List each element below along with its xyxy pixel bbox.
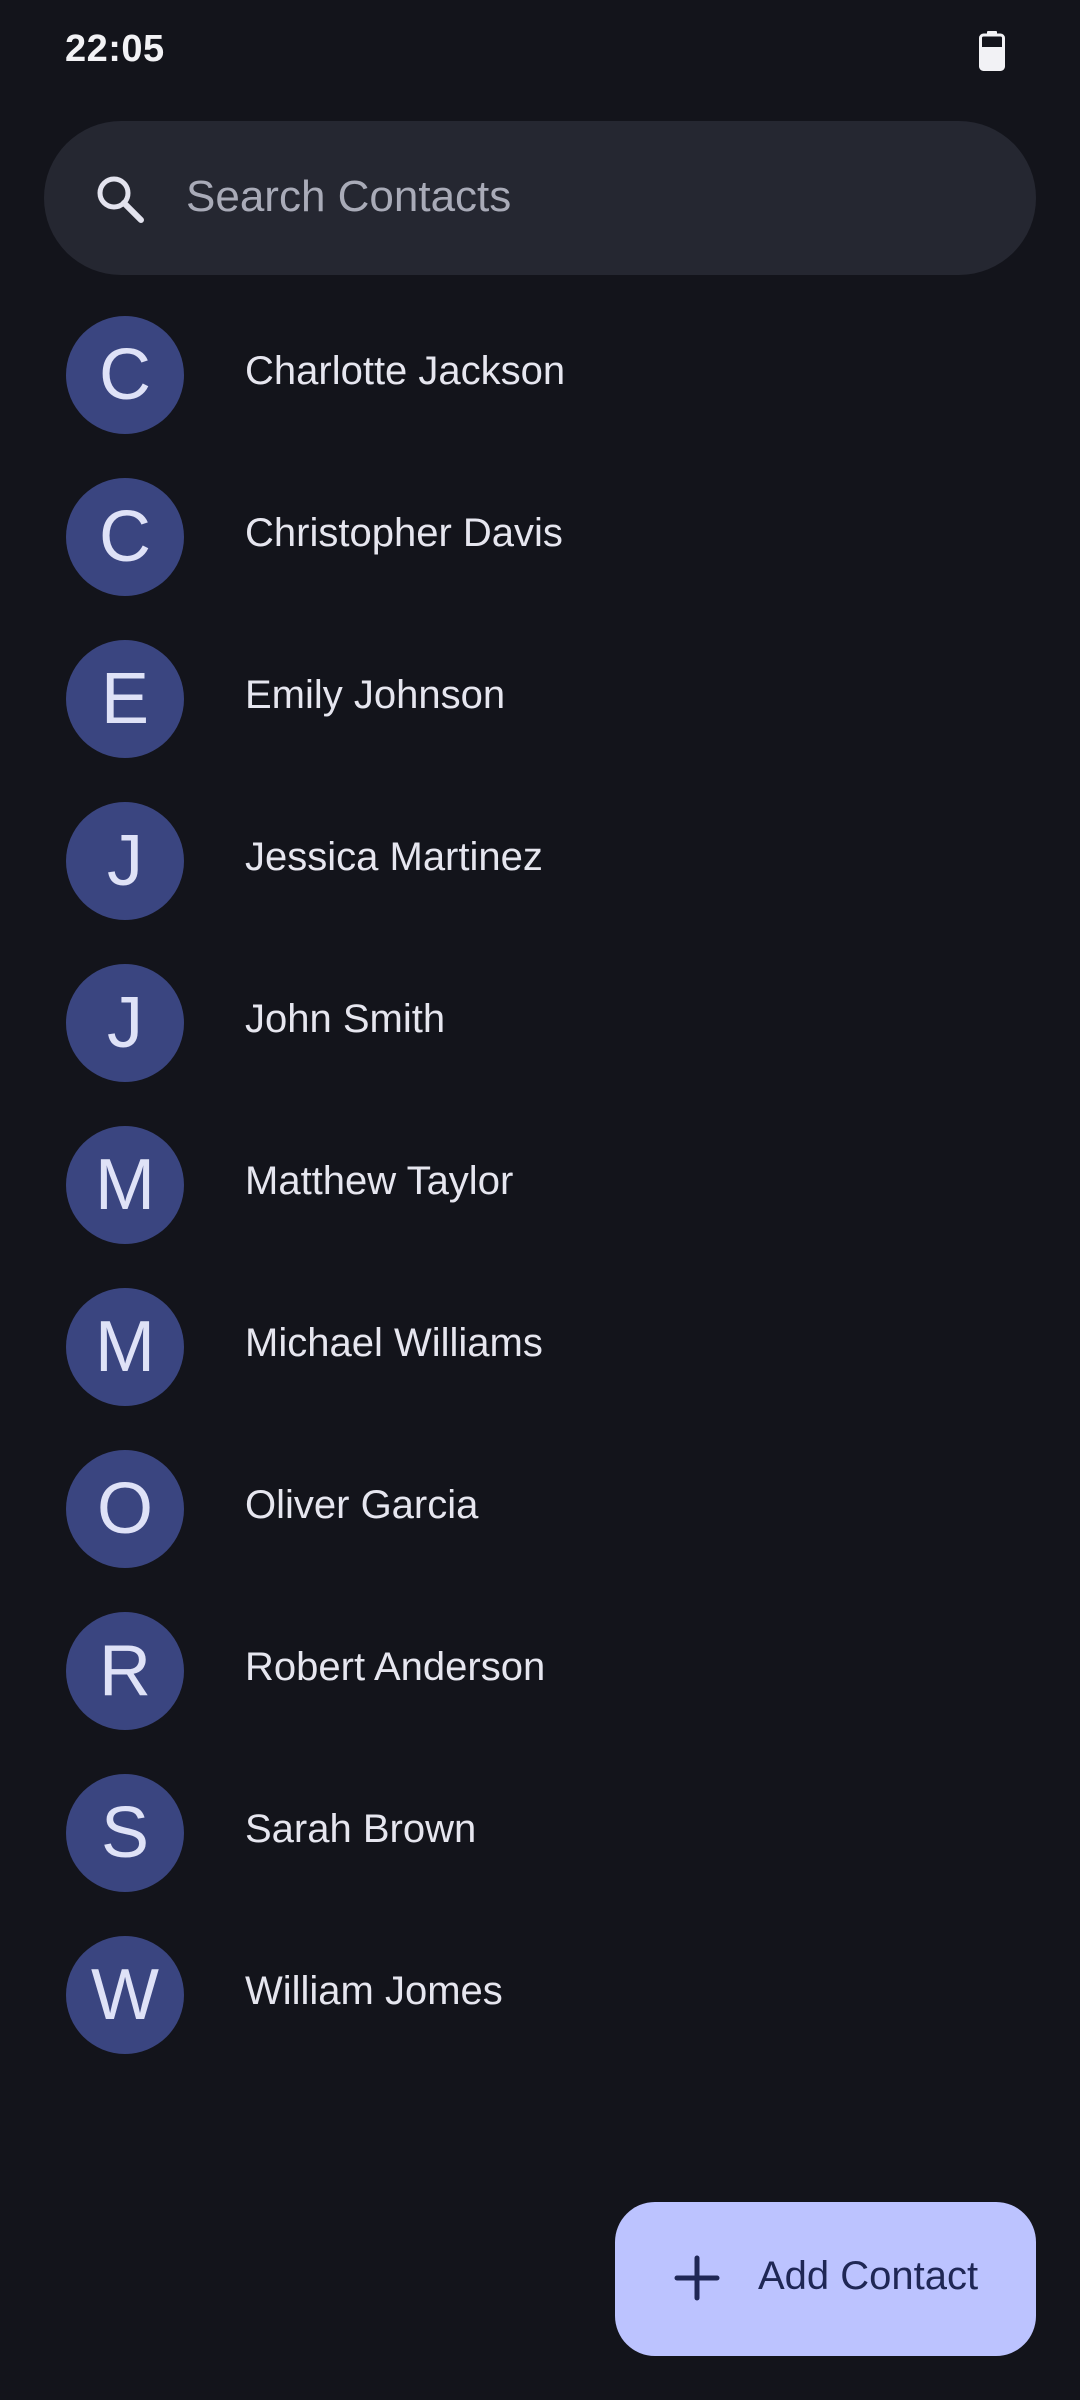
contact-avatar: M (66, 1288, 184, 1406)
contact-row[interactable]: C Charlotte Jackson (0, 295, 1080, 457)
status-bar: 22:05 (0, 0, 1080, 105)
contact-avatar: S (66, 1774, 184, 1892)
battery-icon (979, 31, 1005, 71)
contact-row[interactable]: S Sarah Brown (0, 1753, 1080, 1915)
contact-name: Sarah Brown (245, 1807, 477, 1851)
contact-avatar: E (66, 640, 184, 758)
contact-row[interactable]: E Emily Johnson (0, 619, 1080, 781)
contact-name: Robert Anderson (245, 1645, 546, 1689)
contact-name: Jessica Martinez (245, 835, 543, 879)
plus-icon (674, 2255, 720, 2301)
contact-avatar: M (66, 1126, 184, 1244)
search-input[interactable] (186, 157, 966, 237)
contact-row[interactable]: M Matthew Taylor (0, 1105, 1080, 1267)
contact-row[interactable]: M Michael Williams (0, 1267, 1080, 1429)
contact-avatar: J (66, 964, 184, 1082)
contact-avatar: W (66, 1936, 184, 2054)
contact-row[interactable]: O Oliver Garcia (0, 1429, 1080, 1591)
contact-name: Matthew Taylor (245, 1159, 514, 1203)
contact-name: William Jomes (245, 1969, 503, 2013)
contact-avatar: J (66, 802, 184, 920)
contact-row[interactable]: R Robert Anderson (0, 1591, 1080, 1753)
search-icon[interactable] (94, 173, 146, 225)
contact-avatar: C (66, 316, 184, 434)
contact-row[interactable]: C Christopher Davis (0, 457, 1080, 619)
add-contact-button[interactable]: Add Contact (615, 2202, 1036, 2356)
contact-name: Christopher Davis (245, 511, 563, 555)
contact-row[interactable]: J John Smith (0, 943, 1080, 1105)
add-contact-label: Add Contact (758, 2254, 979, 2298)
contact-avatar: C (66, 478, 184, 596)
status-time: 22:05 (65, 28, 165, 70)
contact-name: Charlotte Jackson (245, 349, 566, 393)
contact-row[interactable]: W William Jomes (0, 1915, 1080, 2077)
contact-name: Emily Johnson (245, 673, 506, 717)
contact-avatar: O (66, 1450, 184, 1568)
contact-name: Oliver Garcia (245, 1483, 479, 1527)
contact-name: Michael Williams (245, 1321, 543, 1365)
contact-avatar: R (66, 1612, 184, 1730)
contact-list: C Charlotte Jackson C Christopher Davis E Emi… (0, 295, 1080, 2077)
contact-row[interactable]: J Jessica Martinez (0, 781, 1080, 943)
contact-name: John Smith (245, 997, 446, 1041)
